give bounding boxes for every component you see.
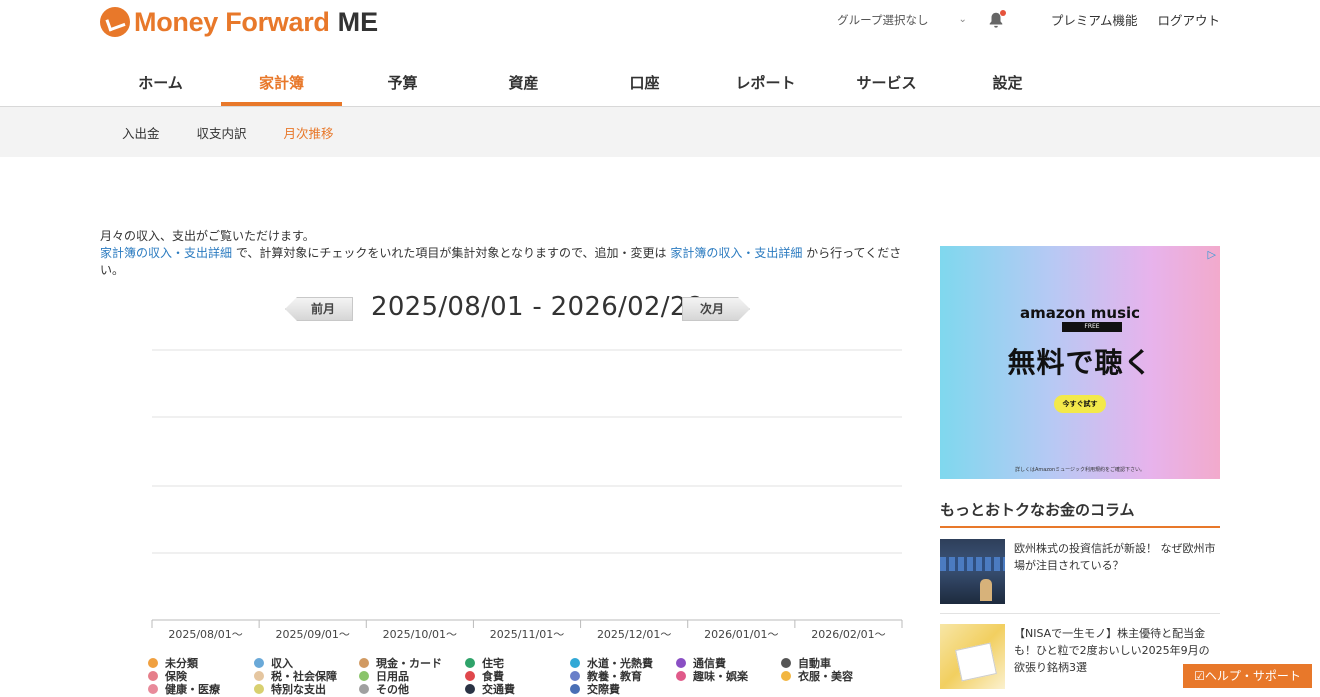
premium-link[interactable]: プレミアム機能 [1051, 10, 1138, 29]
ad-headline: 無料で聴く [940, 341, 1220, 381]
intro-line-1: 月々の収入、支出がご覧いただけます。 [100, 228, 915, 245]
subnav-item-monthly-trend[interactable]: 月次推移 [284, 123, 334, 142]
intro-mid: で、計算対象にチェックをいれた項目が集計対象となりますので、追加・変更は [232, 246, 670, 260]
legend-swatch [359, 658, 369, 668]
logo-text: Money Forward [134, 7, 330, 38]
chevron-down-icon: ⌄ [958, 14, 966, 25]
legend-swatch [465, 658, 475, 668]
legend-item[interactable]: 交通費 [465, 681, 515, 697]
legend-swatch [148, 658, 158, 668]
x-tick-label: 2026/01/01〜 [704, 628, 778, 640]
group-select[interactable]: グループ選択なし ⌄ [837, 12, 967, 28]
ledger-detail-link-1[interactable]: 家計簿の収入・支出詳細 [100, 246, 232, 260]
ad-fineprint: 詳しくはAmazonミュージック利用規約をご確認下さい。 [940, 466, 1220, 473]
tab-accounts[interactable]: 口座 [584, 60, 705, 106]
legend-swatch [676, 671, 686, 681]
date-range-text: 2025/08/01 - 2026/02/28 [371, 292, 704, 322]
group-select-value: グループ選択なし [837, 12, 928, 28]
legend-label: 交通費 [482, 681, 515, 697]
column-title: もっとおトクなお金のコラム [940, 499, 1220, 528]
legend-swatch [781, 671, 791, 681]
subnav-item-transactions[interactable]: 入出金 [122, 123, 160, 142]
intro-text: 月々の収入、支出がご覧いただけます。 家計簿の収入・支出詳細 で、計算対象にチェ… [100, 228, 915, 279]
logo-suffix: ME [338, 7, 379, 38]
legend-swatch [359, 671, 369, 681]
ad-choices-icon[interactable]: ▷ [1208, 248, 1216, 261]
x-tick-label: 2025/10/01〜 [383, 628, 457, 640]
tab-settings[interactable]: 設定 [947, 60, 1068, 106]
x-tick-label: 2025/12/01〜 [597, 628, 671, 640]
notification-dot [1000, 10, 1006, 16]
article-item[interactable]: 欧州株式の投資信託が新設！ なぜ欧州市場が注目されている？ [940, 539, 1220, 604]
legend-swatch [465, 684, 475, 694]
legend-item[interactable]: その他 [359, 681, 409, 697]
sub-nav: 入出金 収支内訳 月次推移 [0, 107, 1320, 157]
ad-banner[interactable]: ▷ amazon music FREE 無料で聴く 今すぐ試す 詳しくはAmaz… [940, 246, 1220, 479]
tab-assets[interactable]: 資産 [463, 60, 584, 106]
tab-home[interactable]: ホーム [100, 60, 221, 106]
legend-item[interactable]: 衣服・美容 [781, 668, 853, 684]
legend-swatch [148, 671, 158, 681]
header-utility: グループ選択なし ⌄ プレミアム機能 ログアウト [837, 10, 1220, 29]
legend-label: 趣味・娯楽 [693, 668, 748, 684]
x-tick-label: 2025/09/01〜 [276, 628, 350, 640]
monthly-trend-chart: 2025/08/01〜 2025/09/01〜 2025/10/01〜 2025/11… [100, 340, 915, 640]
legend-item[interactable]: 特別な支出 [254, 681, 326, 697]
subnav-item-breakdown[interactable]: 収支内訳 [197, 123, 247, 142]
notification-bell-icon[interactable] [987, 11, 1005, 29]
legend-swatch [254, 684, 264, 694]
legend-label: 健康・医療 [165, 681, 220, 697]
date-range: 前月 2025/08/01 - 2026/02/28 次月 [285, 292, 755, 326]
logout-link[interactable]: ログアウト [1157, 10, 1220, 29]
legend-swatch [676, 658, 686, 668]
ad-cta-button[interactable]: 今すぐ試す [1054, 395, 1106, 413]
tab-household-ledger[interactable]: 家計簿 [221, 60, 342, 106]
tab-services[interactable]: サービス [826, 60, 947, 106]
legend-swatch [781, 658, 791, 668]
legend-swatch [465, 671, 475, 681]
legend-swatch [570, 671, 580, 681]
logo-mark-icon [100, 7, 130, 37]
legend-swatch [254, 658, 264, 668]
legend-item[interactable]: 健康・医療 [148, 681, 220, 697]
legend-label: 衣服・美容 [798, 668, 853, 684]
article-thumbnail [940, 624, 1005, 689]
ad-brand: amazon music [940, 304, 1220, 322]
legend-swatch [570, 658, 580, 668]
header: Money Forward ME グループ選択なし ⌄ プレミアム機能 ログアウ… [0, 0, 1320, 107]
x-tick-label: 2026/02/01〜 [811, 628, 885, 640]
logo[interactable]: Money Forward ME [100, 6, 378, 38]
next-month-button[interactable]: 次月 [682, 297, 750, 321]
ledger-detail-link-2[interactable]: 家計簿の収入・支出詳細 [670, 246, 802, 260]
legend-item[interactable]: 交際費 [570, 681, 620, 697]
legend-swatch [148, 684, 158, 694]
article-item[interactable]: 【NISAで一生モノ】株主優待と配当金も！ひと粒で2度おいしい2025年9月の欲… [940, 624, 1220, 689]
main-nav: ホーム 家計簿 予算 資産 口座 レポート サービス 設定 [100, 60, 1068, 106]
x-tick-label: 2025/08/01〜 [168, 628, 242, 640]
divider [940, 613, 1220, 614]
legend-label: その他 [376, 681, 409, 697]
legend-label: 交際費 [587, 681, 620, 697]
legend-swatch [359, 684, 369, 694]
legend-swatch [254, 671, 264, 681]
help-support-button[interactable]: ☑ヘルプ・サポート [1183, 664, 1312, 688]
article-thumbnail [940, 539, 1005, 604]
help-support-label: ヘルプ・サポート [1205, 669, 1301, 683]
legend-item[interactable]: 趣味・娯楽 [676, 668, 748, 684]
legend-label: 特別な支出 [271, 681, 326, 697]
prev-month-button[interactable]: 前月 [285, 297, 353, 321]
tab-reports[interactable]: レポート [705, 60, 826, 106]
ad-free-badge: FREE [1062, 322, 1122, 332]
tab-budget[interactable]: 予算 [342, 60, 463, 106]
legend-swatch [570, 684, 580, 694]
article-title: 欧州株式の投資信託が新設！ なぜ欧州市場が注目されている？ [1014, 539, 1220, 604]
x-tick-label: 2025/11/01〜 [490, 628, 564, 640]
